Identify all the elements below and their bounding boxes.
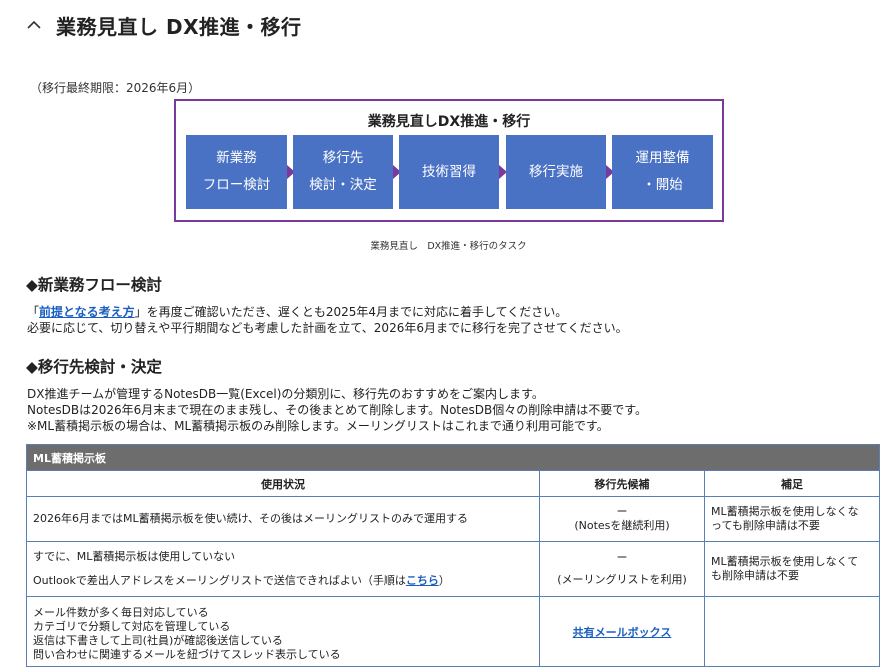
diagram-step-4: 移行実施 <box>506 135 606 209</box>
step-label: 新業務 <box>216 150 257 166</box>
premise-link[interactable]: 前提となる考え方 <box>39 305 135 319</box>
step-label: ・開始 <box>642 177 683 193</box>
step-label: 移行実施 <box>529 163 583 180</box>
cell-text: ML蓄積掲示板を使用しなくな <box>711 505 859 518</box>
column-header: 補足 <box>704 470 880 497</box>
cell-text: 2026年6月まではML蓄積掲示板を使い続け、その後はメーリングリストのみで運用… <box>33 512 469 525</box>
cell-text: ML蓄積掲示板を使用しなくて <box>711 555 859 568</box>
text: 」を再度ご確認いただき、遅くとも2025年4月までに対応に着手してください。 <box>134 305 568 319</box>
procedure-link[interactable]: こちら <box>406 574 439 587</box>
step-label: フロー検討 <box>202 177 271 193</box>
section2-text: DX推進チームが管理するNotesDB一覧(Excel)の分類別に、移行先のおす… <box>27 386 647 434</box>
text: 必要に応じて、切り替えや平行期間なども考慮した計画を立て、2026年6月までに移… <box>27 321 628 335</box>
table-row: すでに、ML蓄積掲示板は使用していない Outlookで差出人アドレスをメーリン… <box>26 541 880 597</box>
cell-text: ） <box>438 574 450 587</box>
step-label: 技術習得 <box>422 163 476 180</box>
table-row: メール件数が多く毎日対応している カテゴリで分類して対応を管理している 返信は下… <box>26 596 880 667</box>
diagram-caption: 業務見直し DX推進・移行のタスク <box>370 241 527 252</box>
cell-text: (メーリングリストを利用) <box>557 573 687 586</box>
column-header: 移行先候補 <box>539 470 705 497</box>
step-label: 運用整備 <box>635 150 690 166</box>
cell-text: カテゴリで分類して対応を管理している <box>33 619 231 633</box>
table-title: ML蓄積掲示板 <box>26 444 880 471</box>
process-diagram: 業務見直しDX推進・移行 新業務フロー検討 移行先検討・決定 技術習得 移行実施… <box>174 99 724 222</box>
diagram-step-3: 技術習得 <box>399 135 499 209</box>
candidate-cell: 共有メールボックス <box>539 596 705 667</box>
step-label: 移行先 <box>322 150 364 166</box>
cell-text: メール件数が多く毎日対応している <box>33 605 209 619</box>
text: 「 <box>27 305 40 319</box>
candidate-cell: ー (Notesを継続利用) <box>539 496 705 542</box>
cell-text: 返信は下書きして上司(社員)が確認後送信している <box>33 633 283 647</box>
shared-mailbox-link[interactable]: 共有メールボックス <box>573 626 672 639</box>
cell-text: (Notesを継続利用) <box>574 519 670 532</box>
section-heading-migration: ◆移行先検討・決定 <box>26 358 162 376</box>
status-cell: 2026年6月まではML蓄積掲示板を使い続け、その後はメーリングリストのみで運用… <box>26 496 540 542</box>
cell-text: ー <box>616 551 628 564</box>
note-cell: ML蓄積掲示板を使用しなくな っても削除申請は不要 <box>704 496 880 542</box>
note-cell: ML蓄積掲示板を使用しなくて も削除申請は不要 <box>704 541 880 597</box>
chevron-up-icon[interactable] <box>26 17 42 33</box>
diagram-step-5: 運用整備 ・開始 <box>612 135 713 209</box>
cell-text: 問い合わせに関連するメールを紐づけてスレッド表示している <box>33 647 341 661</box>
text: DX推進チームが管理するNotesDB一覧(Excel)の分類別に、移行先のおす… <box>27 387 544 401</box>
text: ※ML蓄積掲示板の場合は、ML蓄積掲示板のみ削除します。メーリングリストはこれま… <box>27 419 609 433</box>
section-heading-new-flow: ◆新業務フロー検討 <box>26 276 162 294</box>
note-cell <box>704 596 880 667</box>
deadline-text: （移行最終期限：2026年6月） <box>30 81 201 95</box>
diagram-title: 業務見直しDX推進・移行 <box>367 114 531 130</box>
step-label: 検討・決定 <box>309 177 377 193</box>
cell-text: Outlookで差出人アドレスをメーリングリストで送信できればよい（手順は <box>33 574 406 587</box>
table-row: 2026年6月まではML蓄積掲示板を使い続け、その後はメーリングリストのみで運用… <box>26 496 880 542</box>
status-cell: すでに、ML蓄積掲示板は使用していない Outlookで差出人アドレスをメーリン… <box>26 541 540 597</box>
column-header: 使用状況 <box>26 470 540 497</box>
section1-text: 「前提となる考え方」を再度ご確認いただき、遅くとも2025年4月までに対応に着手… <box>27 304 628 336</box>
diagram-step-2: 移行先 検討・決定 <box>293 135 393 209</box>
cell-text: ー <box>616 505 628 518</box>
diagram-step-1: 新業務 フロー検討 <box>186 135 287 209</box>
ml-board-table: ML蓄積掲示板 使用状況 移行先候補 補足 2026年6月まではML蓄積掲示板を… <box>26 444 880 667</box>
candidate-cell: ー (メーリングリストを利用) <box>539 541 705 597</box>
cell-text: すでに、ML蓄積掲示板は使用していない <box>33 550 236 563</box>
cell-text: っても削除申請は不要 <box>711 519 820 532</box>
cell-text: も削除申請は不要 <box>711 569 799 582</box>
text: NotesDBは2026年6月末まで現在のまま残し、その後まとめて削除します。N… <box>27 403 648 417</box>
page-title: 業務見直し DX推進・移行 <box>56 14 302 39</box>
status-cell: メール件数が多く毎日対応している カテゴリで分類して対応を管理している 返信は下… <box>26 596 540 667</box>
section-header[interactable]: 業務見直し DX推進・移行 <box>26 10 301 40</box>
